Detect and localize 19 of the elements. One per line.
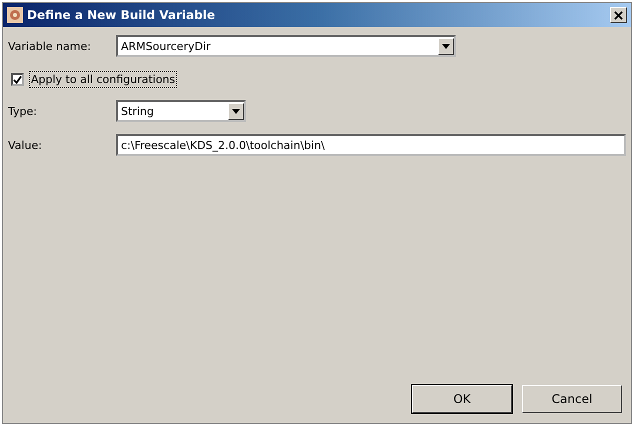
app-icon [7,7,23,23]
caret-icon [232,108,240,114]
checkbox-label[interactable]: Apply to all configurations [29,71,178,88]
window-title: Define a New Build Variable [27,8,216,22]
dropdown-button[interactable] [438,38,454,54]
checkbox[interactable] [11,73,24,86]
field-label: Type: [8,104,38,118]
caret-icon [442,44,450,48]
type-combo[interactable]: String [116,100,246,122]
value-field[interactable]: c:\Freescale\KDS_2.0.0\toolchain\bin\ [116,134,626,156]
variable-name-combo[interactable]: ARMSourceryDir [116,35,456,57]
dialog-button[interactable]: OK [412,385,512,413]
field-label: Value: [8,138,43,152]
check-icon [13,74,22,84]
dialog-button[interactable]: Cancel [522,385,622,413]
field-label: Variable name: [8,40,92,52]
close-button[interactable] [610,7,627,23]
close-icon [614,10,623,20]
dropdown-button[interactable] [228,102,244,120]
